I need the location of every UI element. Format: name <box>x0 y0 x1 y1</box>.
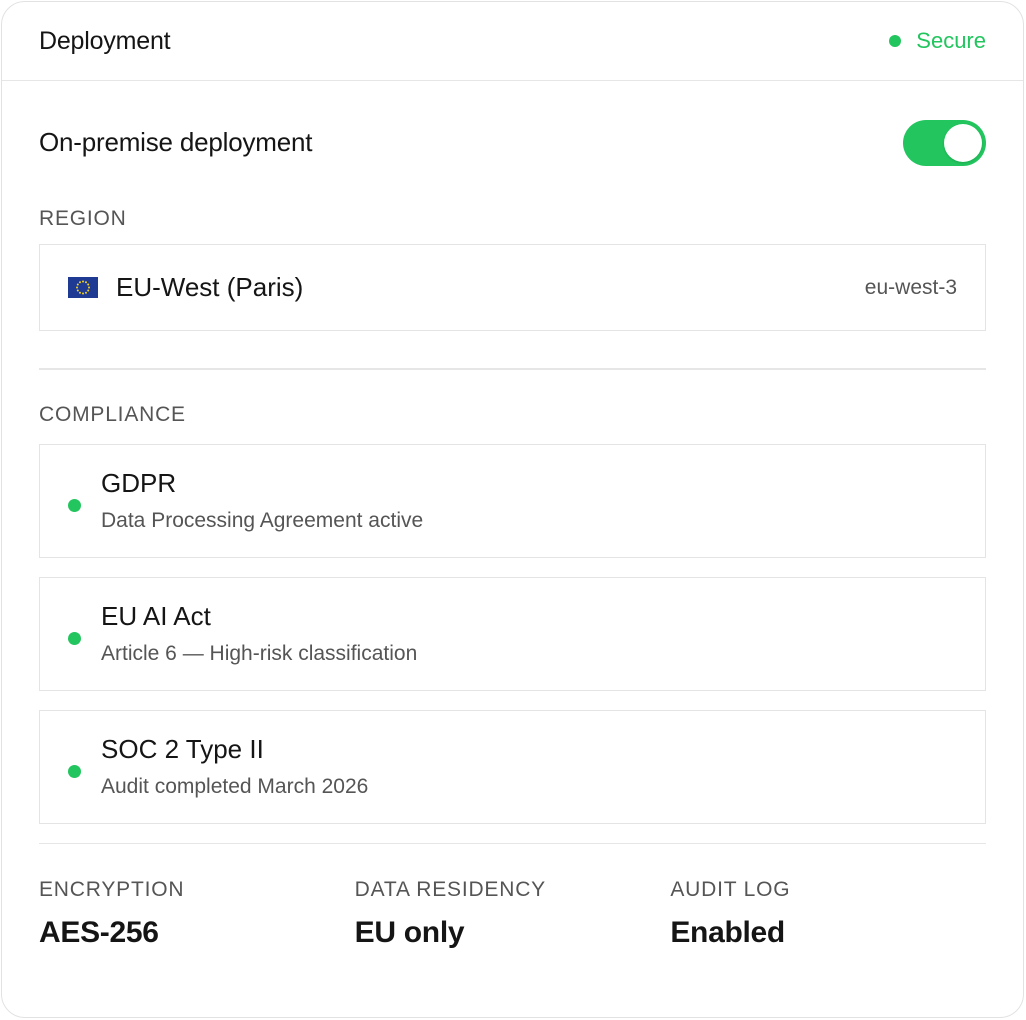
compliance-item-gdpr: GDPR Data Processing Agreement active <box>39 443 986 558</box>
stat-value: Enabled <box>670 916 785 949</box>
stat-value: AES-256 <box>39 916 159 949</box>
compliance-title: SOC 2 Type II <box>101 734 264 764</box>
stat-value: EU only <box>354 916 465 949</box>
stat-label: DATA RESIDENCY <box>354 878 546 901</box>
stat-audit-log: AUDIT LOG Enabled <box>670 878 986 950</box>
compliance-item-eu-ai-act: EU AI Act Article 6 — High-risk classifi… <box>39 576 986 691</box>
on-premise-toggle[interactable] <box>903 119 986 166</box>
toggle-knob <box>944 123 982 162</box>
stat-encryption: ENCRYPTION AES-256 <box>39 878 355 950</box>
compliance-text: GDPR Data Processing Agreement active <box>101 468 423 533</box>
compliance-text: SOC 2 Type II Audit completed March 2026 <box>101 734 368 799</box>
on-premise-label: On-premise deployment <box>39 127 313 157</box>
divider <box>39 368 986 370</box>
card-header: Deployment Secure <box>2 2 1023 81</box>
compliance-subtitle: Audit completed March 2026 <box>101 775 369 798</box>
region-left: EU-West (Paris) <box>68 272 303 303</box>
deployment-card: Deployment Secure On-premise deployment … <box>1 1 1024 1018</box>
status-dot-icon <box>68 765 81 778</box>
card-body: On-premise deployment REGION EU-West (Pa… <box>2 81 1023 950</box>
stat-label: ENCRYPTION <box>39 878 185 901</box>
compliance-item-soc2: SOC 2 Type II Audit completed March 2026 <box>39 709 986 824</box>
card-title: Deployment <box>39 26 171 55</box>
status-dot-icon <box>889 35 902 47</box>
compliance-list: GDPR Data Processing Agreement active EU… <box>39 443 986 824</box>
region-section-label: REGION <box>39 207 127 230</box>
stat-label: AUDIT LOG <box>670 878 791 901</box>
status-dot-icon <box>68 499 81 512</box>
compliance-subtitle: Article 6 — High-risk classification <box>101 642 418 665</box>
divider <box>39 842 986 844</box>
on-premise-row: On-premise deployment <box>39 81 986 204</box>
compliance-section-label: COMPLIANCE <box>39 402 186 426</box>
compliance-text: EU AI Act Article 6 — High-risk classifi… <box>101 601 417 666</box>
stat-data-residency: DATA RESIDENCY EU only <box>355 878 671 950</box>
region-name: EU-West (Paris) <box>116 272 304 302</box>
compliance-title: EU AI Act <box>101 601 211 631</box>
region-code: eu-west-3 <box>864 275 957 299</box>
status-dot-icon <box>68 632 81 645</box>
status-label: Secure <box>916 28 986 53</box>
stats-row: ENCRYPTION AES-256 DATA RESIDENCY EU onl… <box>39 878 986 950</box>
compliance-title: GDPR <box>101 468 177 498</box>
compliance-subtitle: Data Processing Agreement active <box>101 509 424 532</box>
eu-flag-icon <box>68 277 98 298</box>
status-indicator: Secure <box>889 28 986 54</box>
region-selector[interactable]: EU-West (Paris) eu-west-3 <box>39 244 986 331</box>
